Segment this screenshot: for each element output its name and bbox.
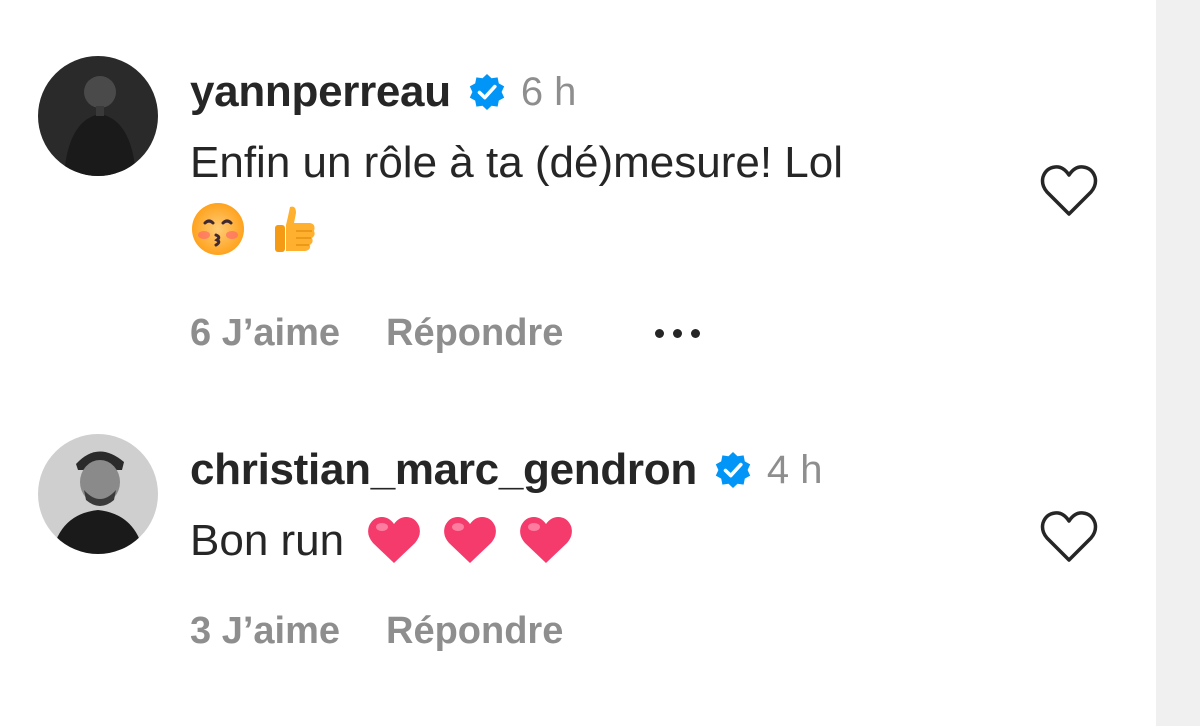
comments-page: yannperreau 6 h Enfin un rôle à ta (dé)m… [0, 0, 1200, 726]
comment-item: yannperreau 6 h Enfin un rôle à ta (dé)m… [0, 52, 1156, 355]
avatar[interactable] [38, 434, 158, 554]
reply-button[interactable]: Répondre [386, 610, 563, 653]
like-heart-icon[interactable] [1040, 510, 1098, 564]
kissing-face-emoji [192, 203, 244, 255]
dot [655, 329, 665, 338]
comment-body: christian_marc_gendron 4 h Bon run 3 J’a… [190, 430, 1010, 653]
username[interactable]: christian_marc_gendron [190, 445, 697, 495]
dot [673, 329, 683, 338]
username[interactable]: yannperreau [190, 67, 451, 117]
reply-button[interactable]: Répondre [386, 312, 563, 355]
comment-time[interactable]: 6 h [521, 70, 577, 115]
comment-text-row: Bon run [190, 510, 1010, 572]
verified-badge-icon [715, 452, 751, 488]
comment-item: christian_marc_gendron 4 h Bon run 3 J’a… [0, 430, 1156, 670]
comment-text: Bon run [190, 516, 345, 565]
avatar[interactable] [38, 56, 158, 176]
verified-badge-icon [469, 74, 505, 110]
comment-body: yannperreau 6 h Enfin un rôle à ta (dé)m… [190, 52, 1010, 355]
red-heart-emoji [444, 517, 497, 563]
thumbs-up-emoji [275, 206, 315, 252]
comment-actions: 6 J’aime Répondre [190, 312, 1010, 355]
comment-emoji-row [190, 194, 1010, 264]
likes-count[interactable]: 6 J’aime [190, 312, 340, 355]
comment-actions: 3 J’aime Répondre [190, 610, 1010, 653]
comment-header: christian_marc_gendron 4 h [190, 430, 1010, 510]
comment-header: yannperreau 6 h [190, 52, 1010, 132]
red-heart-emoji [520, 517, 573, 563]
dot [691, 329, 701, 338]
more-options-icon[interactable] [655, 329, 701, 338]
comment-text: Enfin un rôle à ta (dé)mesure! Lol [190, 138, 844, 187]
comment-time[interactable]: 4 h [767, 448, 823, 493]
likes-count[interactable]: 3 J’aime [190, 610, 340, 653]
red-heart-emoji [368, 517, 421, 563]
like-heart-icon[interactable] [1040, 164, 1098, 218]
scrollbar-track[interactable] [1156, 0, 1200, 726]
